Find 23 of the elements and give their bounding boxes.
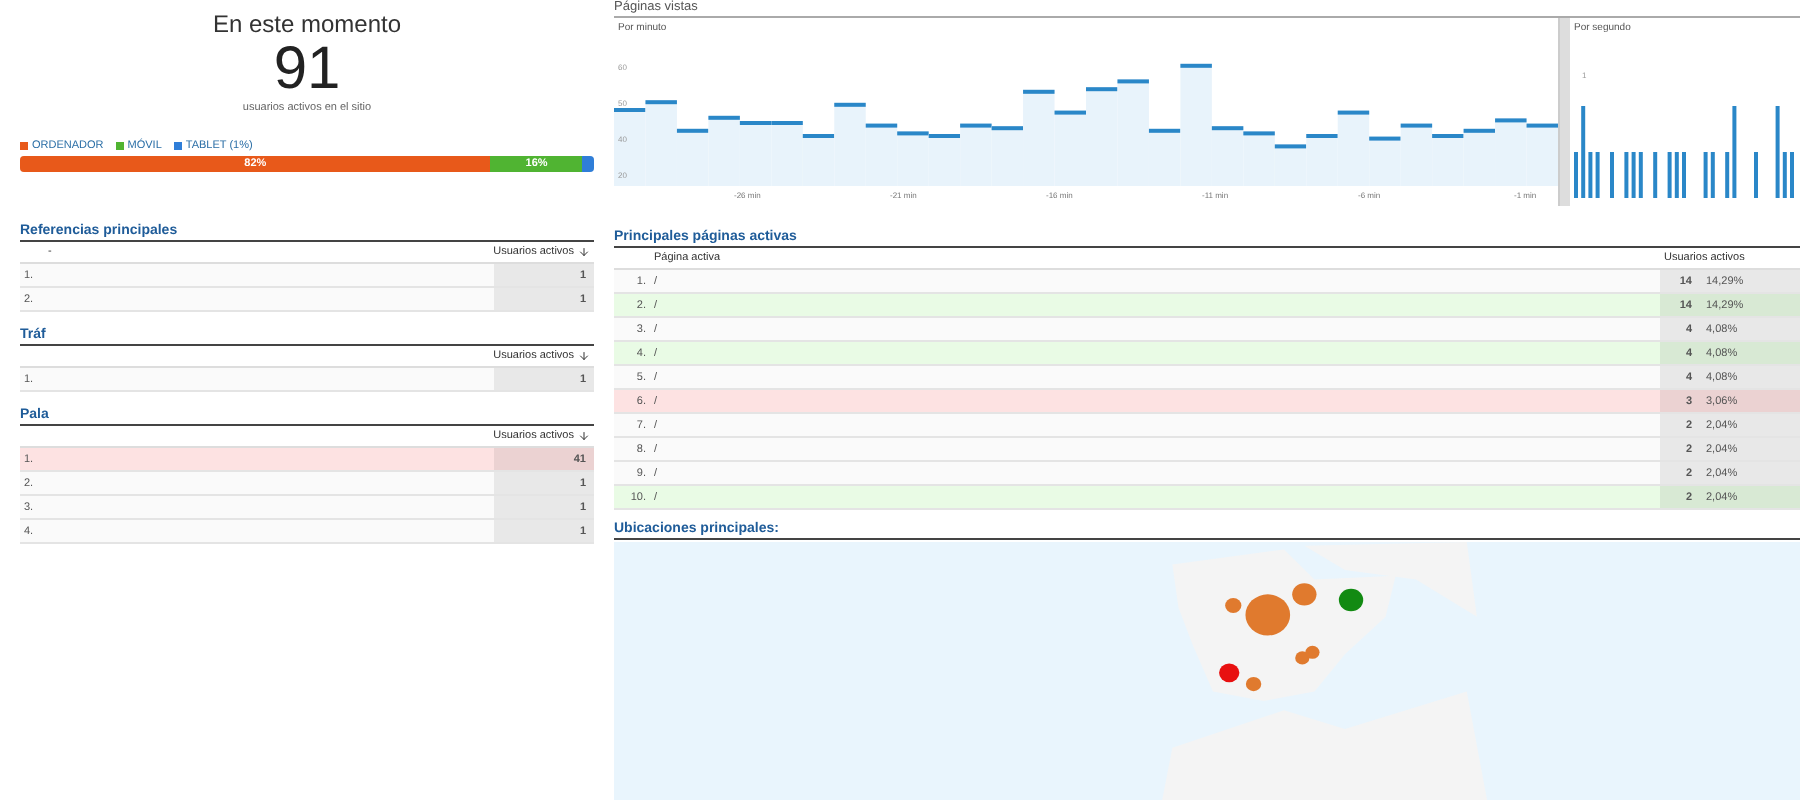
- chart-bar: [614, 108, 646, 186]
- chart-bar: [1653, 152, 1658, 198]
- sort-icon[interactable]: [578, 350, 590, 362]
- chart-bar: [865, 123, 898, 186]
- chart-bar: [928, 134, 961, 186]
- chart-bar: [1243, 131, 1275, 186]
- chart-bar: [1432, 134, 1464, 186]
- chart-bar: [1463, 128, 1496, 186]
- sort-icon[interactable]: [578, 430, 590, 442]
- chart-bar: [897, 131, 929, 186]
- chart-bar: [1400, 123, 1433, 186]
- chart-bar: [1086, 87, 1118, 186]
- active-users-count: 91: [273, 38, 341, 102]
- chart-bar: [739, 121, 772, 186]
- chart-bar: [1526, 123, 1558, 186]
- chart-bar: [1054, 110, 1086, 186]
- chart-bar: [771, 121, 803, 186]
- chart-bar: [1495, 118, 1527, 186]
- sort-icon[interactable]: [578, 246, 590, 258]
- chart-bar: [708, 115, 740, 186]
- chart-bar: [960, 123, 992, 186]
- chart-bar: [1274, 144, 1307, 186]
- panel-title: En este momento: [212, 10, 402, 38]
